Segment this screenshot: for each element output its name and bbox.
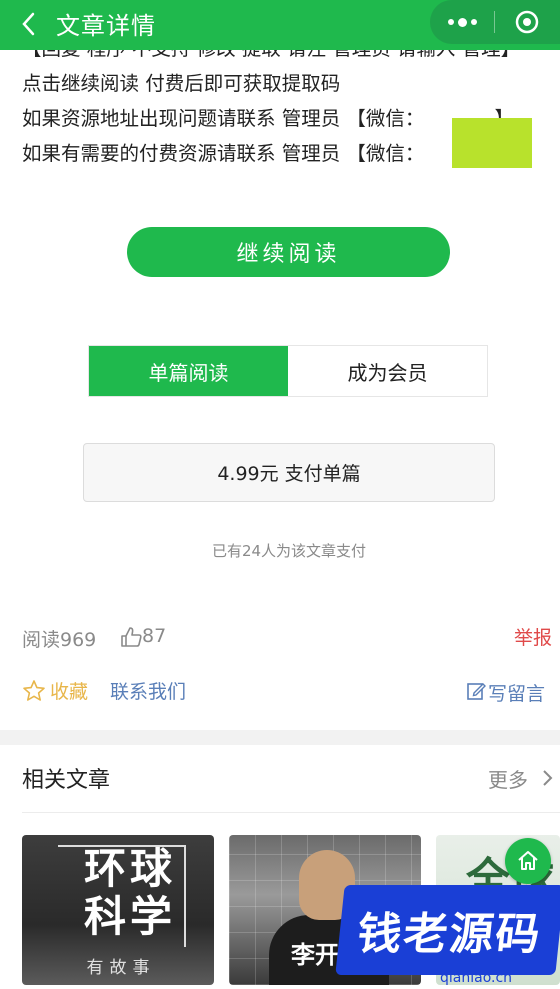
edit-icon[interactable] [466, 681, 486, 701]
more-link[interactable]: 更多 [488, 764, 528, 793]
watermark-url: qianlao.cn [440, 970, 513, 986]
related-divider [22, 812, 560, 813]
line-text: 如果有需要的付费资源请联系 管理员 【微信： [22, 142, 425, 165]
chevron-right-icon[interactable] [542, 769, 554, 787]
article-line: 点击继续阅读 付费后即可获取提取码 [22, 72, 341, 95]
favorite-link[interactable]: 收藏 [50, 677, 88, 704]
card-title: 环球科学 [83, 844, 176, 941]
continue-reading-button[interactable]: 继续阅读 [127, 227, 450, 277]
close-circle-icon[interactable] [495, 0, 559, 44]
capsule-menu [430, 0, 560, 44]
card-subtitle: 有故事 [86, 958, 156, 978]
tab-single-read[interactable]: 单篇阅读 [89, 346, 288, 396]
like-icon[interactable] [120, 626, 142, 648]
like-count: 87 [142, 625, 167, 647]
section-divider [0, 730, 560, 745]
line-text: 如果资源地址出现问题请联系 管理员 【微信： [22, 107, 425, 130]
paid-count-text: 已有24人为该文章支付 [211, 542, 367, 560]
tab-membership[interactable]: 成为会员 [288, 346, 487, 396]
watermark-logo: 钱老源码 [335, 885, 560, 975]
star-icon[interactable] [22, 679, 46, 703]
back-icon[interactable] [18, 9, 38, 39]
more-icon[interactable] [430, 0, 494, 44]
card-title: 李开 [291, 941, 339, 969]
article-line-cut: 【回复 程序 不支持 修改 提取 请注 管理员 请输入 管理】 [22, 50, 552, 66]
related-card[interactable]: 环球科学 有故事 [22, 835, 214, 985]
page-title: 文章详情 [56, 12, 156, 40]
contact-us-link[interactable]: 联系我们 [110, 677, 186, 704]
related-articles-title: 相关文章 [22, 768, 111, 793]
nav-bar: 文章详情 [0, 0, 560, 50]
report-link[interactable]: 举报 [514, 623, 552, 650]
cut-line-text: 【回复 程序 不支持 修改 提取 请注 管理员 请输入 管理】 [22, 50, 520, 66]
read-count: 阅读969 [22, 629, 97, 651]
pay-single-button[interactable]: 4.99元 支付单篇 [83, 443, 495, 502]
write-comment-link[interactable]: 写留言 [488, 679, 545, 706]
redaction-mask [452, 118, 532, 168]
purchase-tabs: 单篇阅读 成为会员 [88, 345, 488, 397]
home-icon[interactable] [505, 838, 551, 884]
